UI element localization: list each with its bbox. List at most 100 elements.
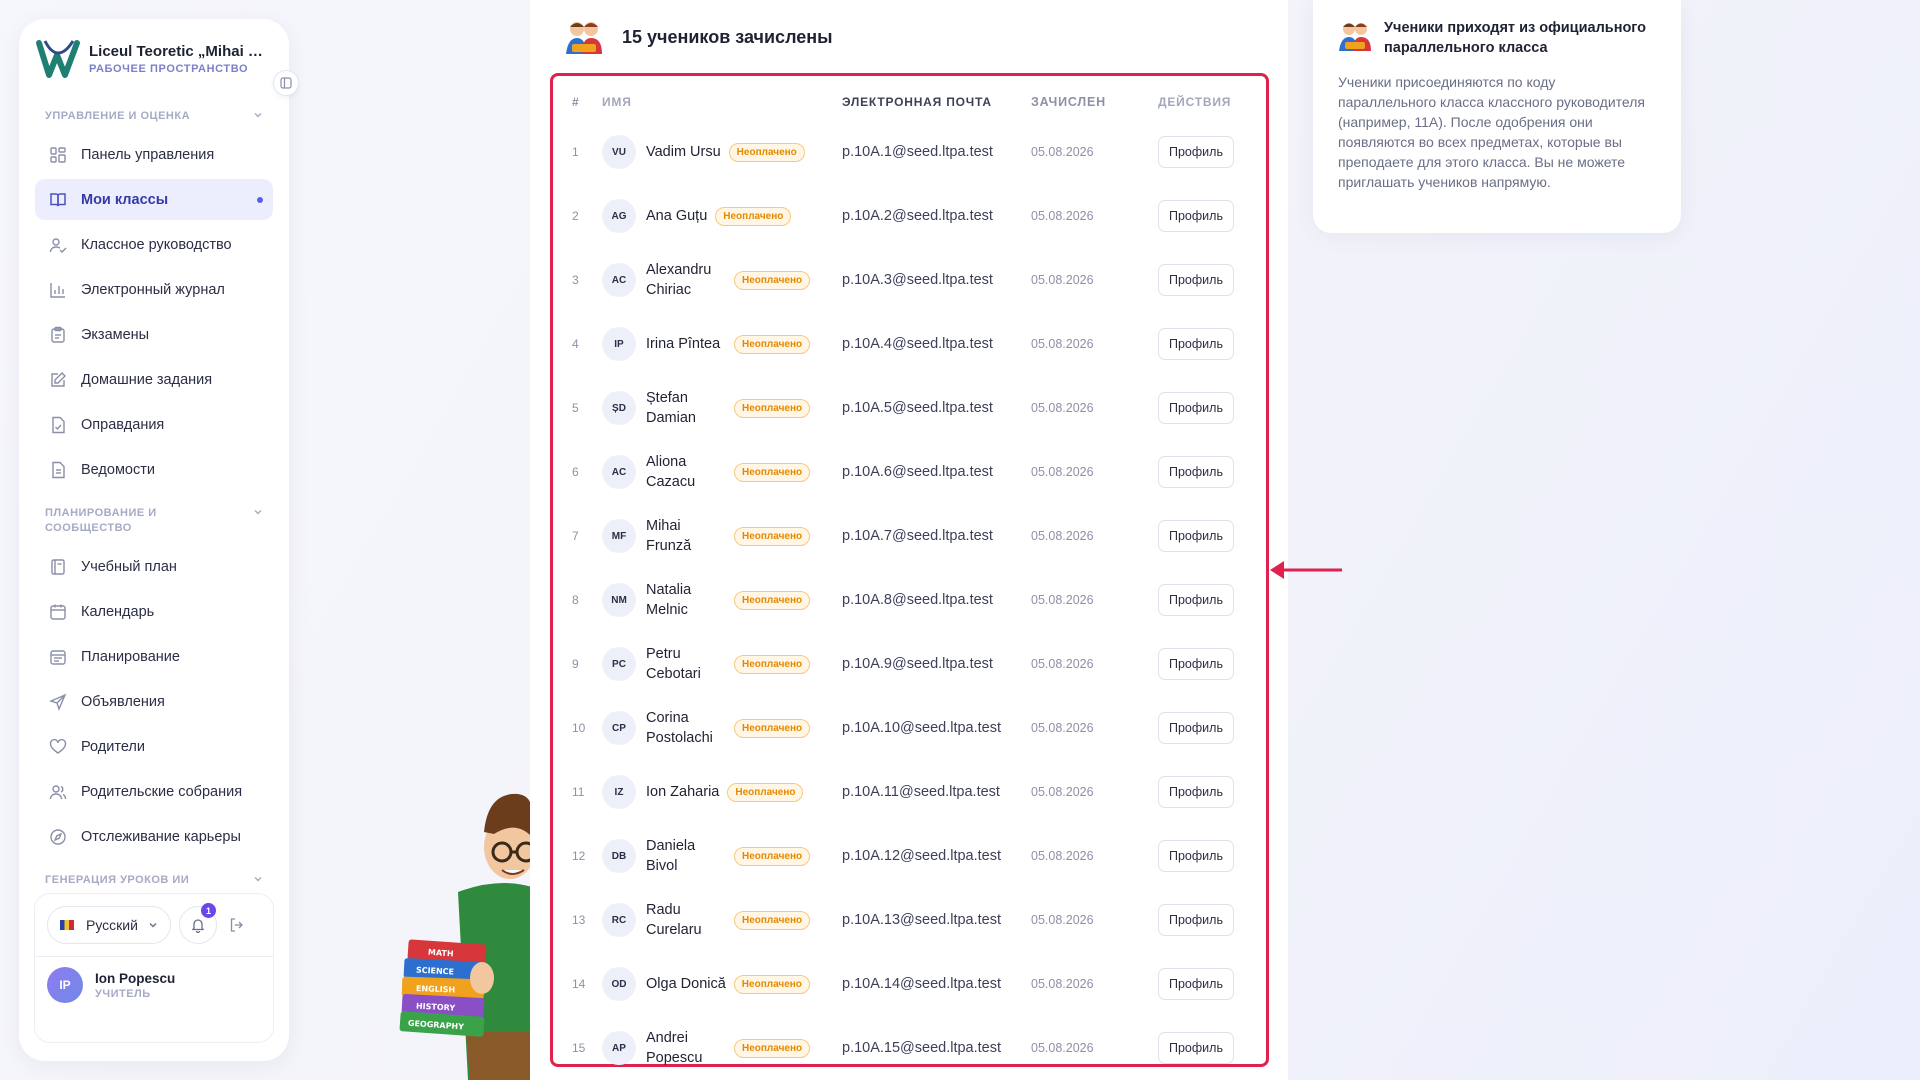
student-name[interactable]: Corina Postolachi <box>646 708 726 748</box>
sidebar-item-planning[interactable]: Планирование <box>35 636 273 677</box>
sidebar-item-dashboard[interactable]: Панель управления <box>35 134 273 175</box>
sidebar-item-announcements[interactable]: Объявления <box>35 681 273 722</box>
sidebar-item-reports[interactable]: Ведомости <box>35 449 273 490</box>
notifications-button[interactable]: 1 <box>178 903 217 944</box>
enrolled-date: 05.08.2026 <box>1031 529 1094 543</box>
enrolled-date: 05.08.2026 <box>1031 1041 1094 1055</box>
school-name: Liceul Teoretic „Mihai Emi... <box>89 43 269 60</box>
profile-button[interactable]: Профиль <box>1158 648 1234 680</box>
enrolled-date: 05.08.2026 <box>1031 401 1094 415</box>
student-name[interactable]: Irina Pîntea <box>646 334 726 354</box>
student-name[interactable]: Natalia Melnic <box>646 580 726 620</box>
student-email: p.10A.9@seed.ltpa.test <box>842 656 993 672</box>
unpaid-status-badge: Неоплачено <box>734 462 811 482</box>
profile-button[interactable]: Профиль <box>1158 456 1234 488</box>
brand[interactable]: Liceul Teoretic „Mihai Emi... РАБОЧЕЕ ПР… <box>35 37 273 81</box>
collapse-sidebar-button[interactable] <box>273 70 299 96</box>
student-name[interactable]: Radu Curelaru <box>646 900 726 940</box>
chevron-down-icon <box>149 923 157 928</box>
avatar: IP <box>47 967 83 1003</box>
table-row: 12 DB Daniela Bivol Неоплачено p.10A.12@seed… <box>553 824 1266 888</box>
column-header-name[interactable]: ИМЯ <box>602 76 842 120</box>
student-name[interactable]: Ion Zaharia <box>646 782 719 802</box>
student-cell: PC Petru Cebotari Неоплачено <box>602 632 842 696</box>
logout-icon <box>230 918 243 932</box>
student-avatar: RC <box>602 903 636 937</box>
section-header-planning[interactable]: ПЛАНИРОВАНИЕ И СООБЩЕСТВО <box>35 506 273 536</box>
student-cell: IP Irina Pîntea Неоплачено <box>602 312 842 376</box>
student-email: p.10A.4@seed.ltpa.test <box>842 336 993 352</box>
heart-icon <box>49 738 67 754</box>
sidebar-item-excuses[interactable]: Оправдания <box>35 404 273 445</box>
sidebar-item-gradebook[interactable]: Электронный журнал <box>35 269 273 310</box>
file-check-icon <box>52 416 65 433</box>
book-label: ENGLISH <box>416 984 456 994</box>
sidebar-item-exams[interactable]: Экзамены <box>35 314 273 355</box>
user-profile[interactable]: IP Ion Popescu УЧИТЕЛЬ <box>47 967 261 1003</box>
user-role: УЧИТЕЛЬ <box>95 987 151 1000</box>
student-name[interactable]: Ana Guțu <box>646 206 707 226</box>
actions-cell: Профиль <box>1158 248 1266 312</box>
student-name[interactable]: Daniela Bivol <box>646 836 726 876</box>
profile-button[interactable]: Профиль <box>1158 712 1234 744</box>
student-name[interactable]: Alexandru Chiriac <box>646 260 726 300</box>
sidebar-item-career[interactable]: Отслеживание карьеры <box>35 816 273 857</box>
annotation-arrow <box>1270 561 1342 579</box>
sidebar-item-calendar[interactable]: Календарь <box>35 591 273 632</box>
profile-button[interactable]: Профиль <box>1158 264 1234 296</box>
enrolled-students-card: 15 учеников зачислены # ИМЯ ЭЛЕКТРОННАЯ … <box>530 0 1288 1080</box>
profile-button[interactable]: Профиль <box>1158 392 1234 424</box>
student-email: p.10A.5@seed.ltpa.test <box>842 400 993 416</box>
enrolled-date: 05.08.2026 <box>1031 913 1094 927</box>
section-header-ai-lessons[interactable]: ГЕНЕРАЦИЯ УРОКОВ ИИ <box>35 873 273 888</box>
sidebar-item-curriculum[interactable]: Учебный план <box>35 546 273 587</box>
row-index: 14 <box>572 977 586 991</box>
profile-button[interactable]: Профиль <box>1158 968 1234 1000</box>
column-header-email[interactable]: ЭЛЕКТРОННАЯ ПОЧТА <box>842 76 1031 120</box>
student-name[interactable]: Andrei Popescu <box>646 1028 726 1068</box>
student-name[interactable]: Mihai Frunză <box>646 516 726 556</box>
unpaid-status-badge: Неоплачено <box>734 590 811 610</box>
profile-button[interactable]: Профиль <box>1158 328 1234 360</box>
sidebar-item-parents[interactable]: Родители <box>35 726 273 767</box>
student-email: p.10A.7@seed.ltpa.test <box>842 528 993 544</box>
language-selector[interactable]: Русский <box>47 906 171 944</box>
student-email: p.10A.12@seed.ltpa.test <box>842 848 1002 864</box>
chevron-down-icon <box>254 877 262 882</box>
sidebar-item-homework[interactable]: Домашние задания <box>35 359 273 400</box>
section-header-management[interactable]: УПРАВЛЕНИЕ И ОЦЕНКА <box>35 109 273 124</box>
student-name[interactable]: Ștefan Damian <box>646 388 726 428</box>
student-cell: IZ Ion Zaharia Неоплачено <box>602 760 842 824</box>
profile-button[interactable]: Профиль <box>1158 904 1234 936</box>
students-group-icon <box>1339 23 1371 51</box>
enrolled-date: 05.08.2026 <box>1031 849 1094 863</box>
profile-button[interactable]: Профиль <box>1158 776 1234 808</box>
notification-count-badge: 1 <box>200 903 216 918</box>
student-email: p.10A.1@seed.ltpa.test <box>842 144 993 160</box>
profile-button[interactable]: Профиль <box>1158 200 1234 232</box>
profile-button[interactable]: Профиль <box>1158 840 1234 872</box>
sidebar-item-parent-meetings[interactable]: Родительские собрания <box>35 771 273 812</box>
column-header-enrolled[interactable]: ЗАЧИСЛЕН <box>1031 76 1158 120</box>
student-avatar: CP <box>602 711 636 745</box>
profile-button[interactable]: Профиль <box>1158 1032 1234 1064</box>
student-avatar: AC <box>602 263 636 297</box>
row-index: 3 <box>572 273 579 287</box>
student-name[interactable]: Vadim Ursu <box>646 142 721 162</box>
row-index: 8 <box>572 593 579 607</box>
user-check-icon <box>49 237 67 253</box>
profile-button[interactable]: Профиль <box>1158 520 1234 552</box>
table-row: 4 IP Irina Pîntea Неоплачено p.10A.4@seed.lt… <box>553 312 1266 376</box>
sidebar-item-my-classes[interactable]: Мои классы <box>35 179 273 220</box>
table-row: 3 AC Alexandru Chiriac Неоплачено p.10A.3@se… <box>553 248 1266 312</box>
profile-button[interactable]: Профиль <box>1158 136 1234 168</box>
sidebar-item-homeroom[interactable]: Классное руководство <box>35 224 273 265</box>
student-name[interactable]: Petru Cebotari <box>646 644 726 684</box>
student-cell: AP Andrei Popescu Неоплачено <box>602 1016 842 1080</box>
profile-button[interactable]: Профиль <box>1158 584 1234 616</box>
school-logo-icon <box>36 40 80 78</box>
student-name[interactable]: Olga Donică <box>646 974 726 994</box>
student-name[interactable]: Aliona Cazacu <box>646 452 726 492</box>
section-title: УПРАВЛЕНИЕ И ОЦЕНКА <box>45 110 191 122</box>
logout-button[interactable] <box>229 917 245 933</box>
